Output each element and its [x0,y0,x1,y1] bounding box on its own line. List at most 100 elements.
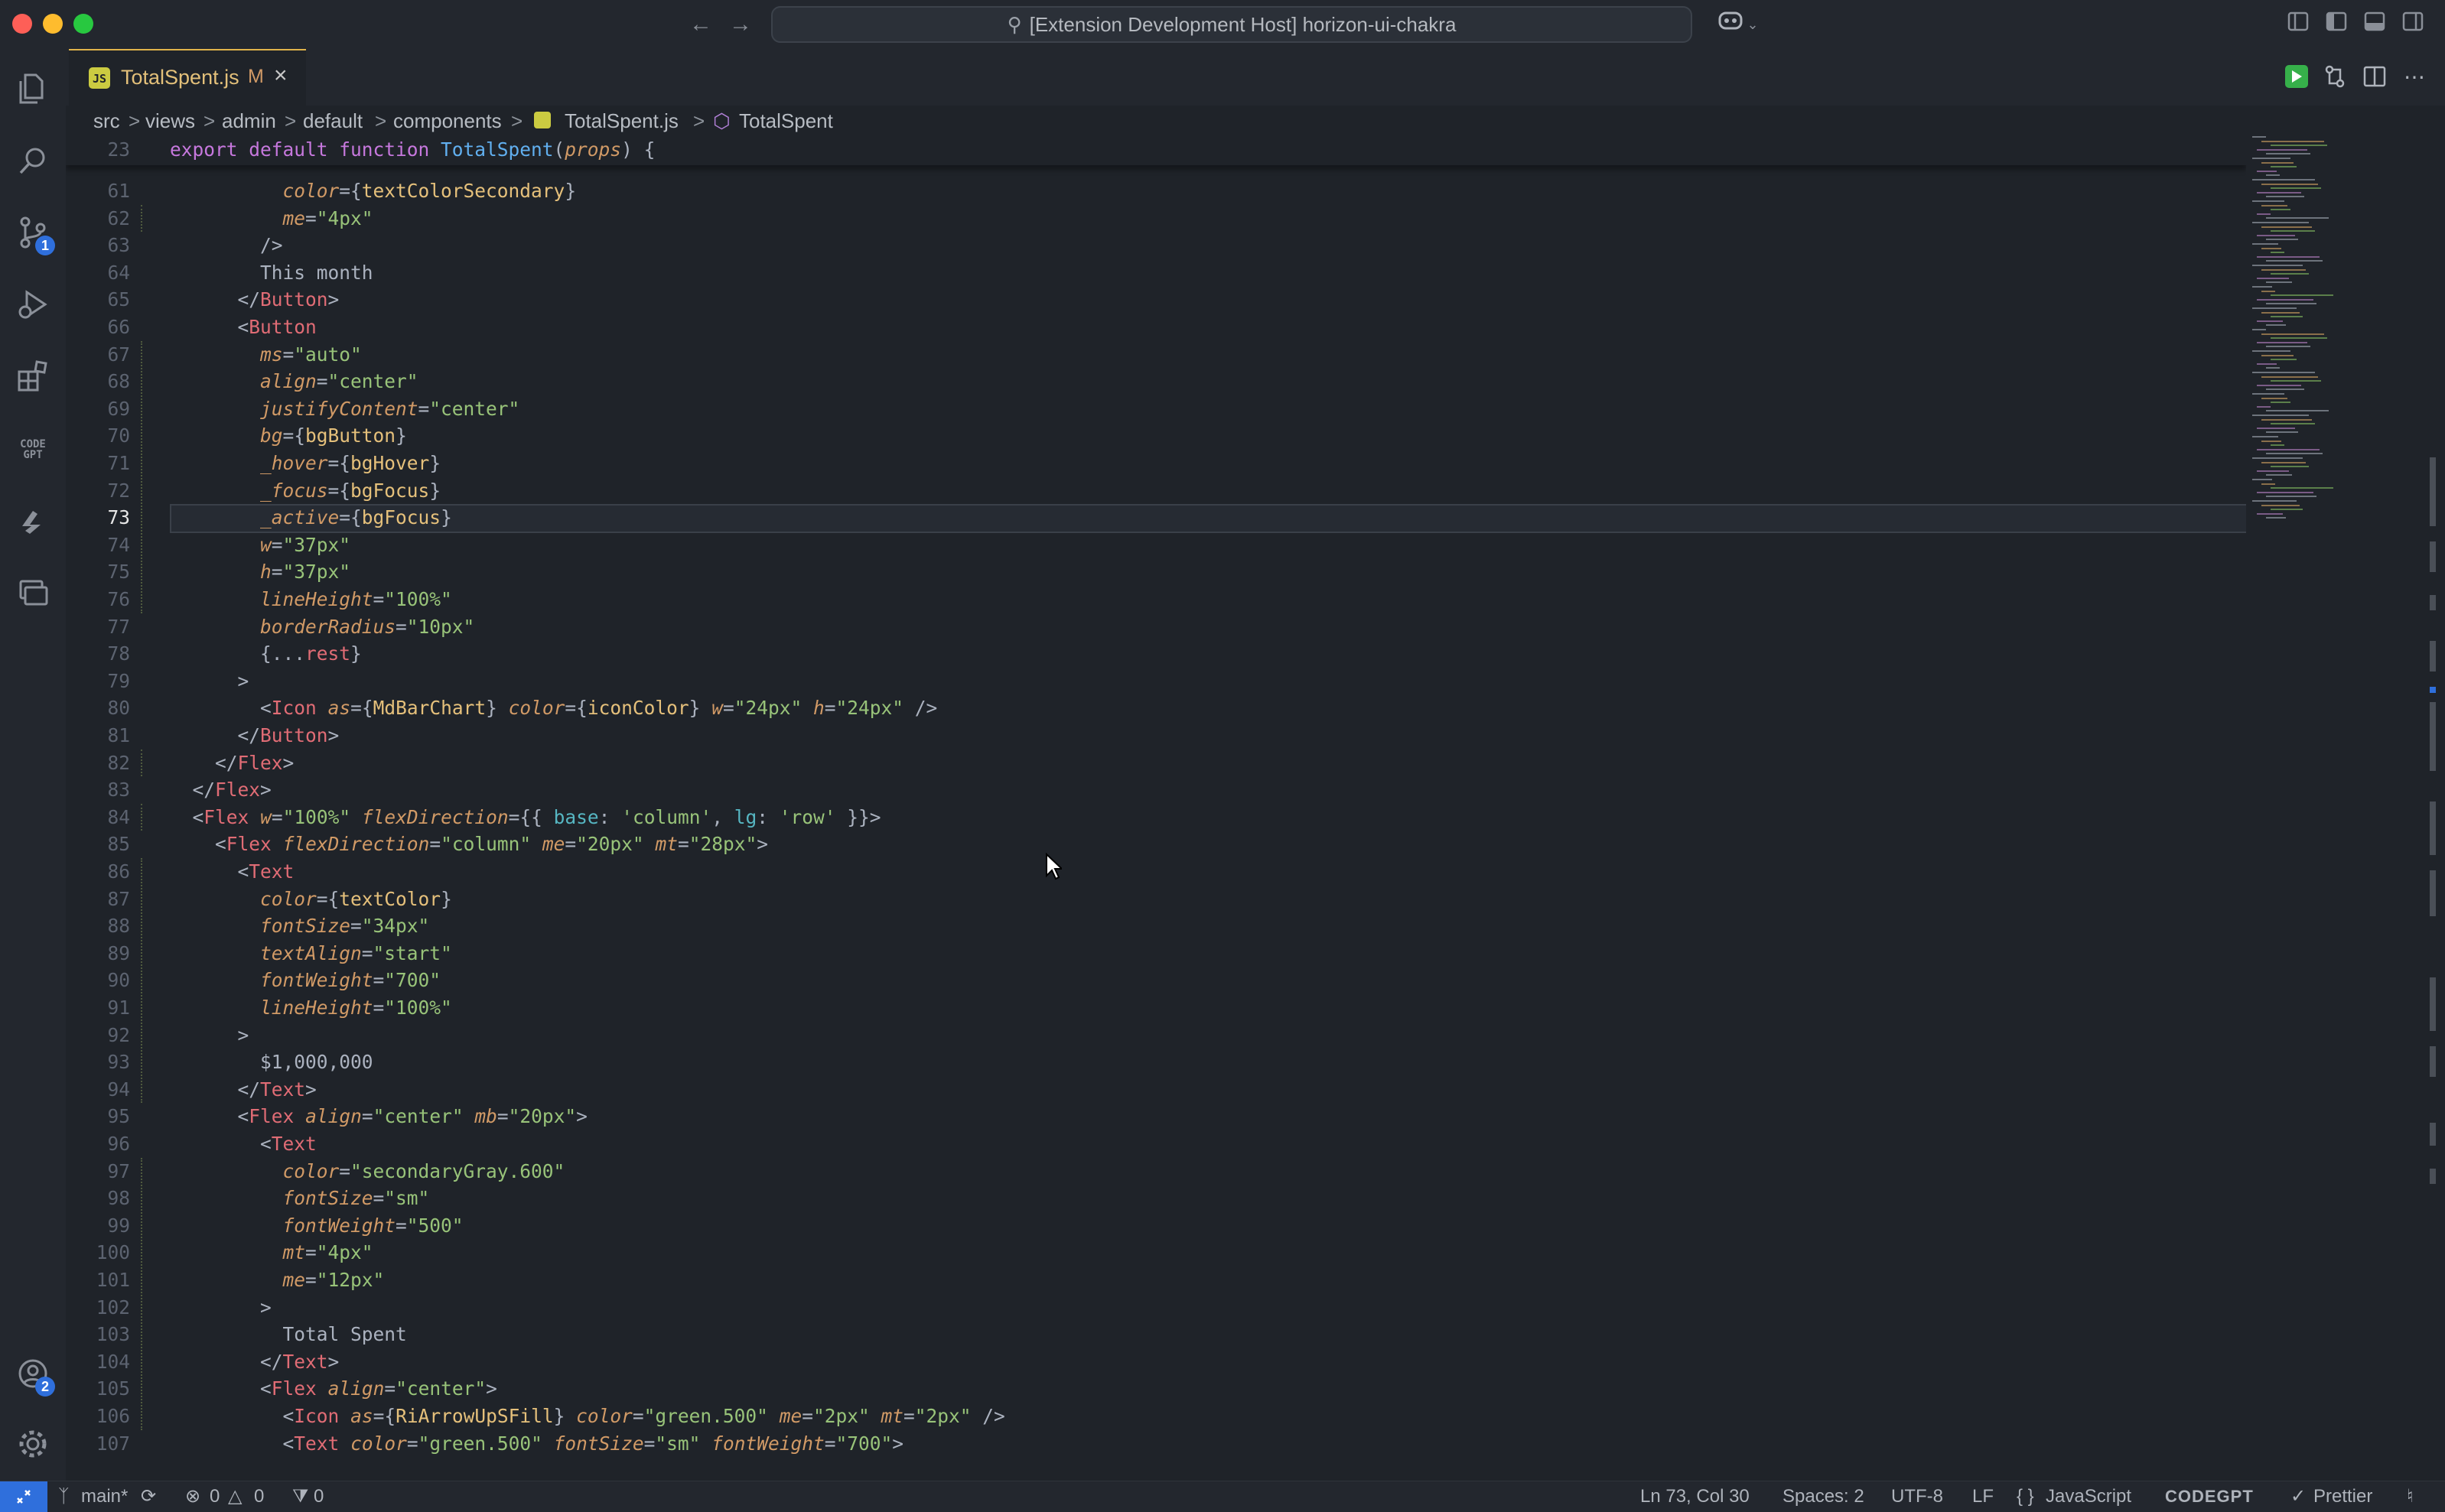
code-line[interactable]: 92 > [66,1022,2246,1049]
code-line[interactable]: 88 fontSize="34px" [66,912,2246,940]
code-line[interactable]: 64 This month [66,259,2246,287]
sticky-line[interactable]: 23 export default function TotalSpent(pro… [66,136,2246,164]
code-line[interactable]: 68 align="center" [66,368,2246,395]
code-line[interactable]: 86 <Text [66,858,2246,886]
code-line[interactable]: 107 <Text color="green.500" fontSize="sm… [66,1430,2246,1458]
breadcrumb-item[interactable]: src [93,106,120,136]
code-line[interactable]: 103 Total Spent [66,1321,2246,1348]
code-line[interactable]: 95 <Flex align="center" mb="20px"> [66,1103,2246,1130]
run-button[interactable] [2281,61,2312,92]
customize-layout-icon[interactable] [2283,0,2313,49]
branch-name[interactable]: main* [81,1481,128,1512]
breadcrumb-item[interactable]: views [145,106,195,136]
tab-totalspent[interactable]: JS TotalSpent.js M × [69,49,306,106]
code-line[interactable]: 90 fontWeight="700" [66,967,2246,994]
code-line[interactable]: 70 bg={bgButton} [66,422,2246,450]
code-line[interactable]: 75 h="37px" [66,558,2246,586]
ports-count[interactable]: 0 [314,1481,324,1512]
git-change-marker[interactable] [141,1157,142,1430]
code-line[interactable]: 66 <Button [66,314,2246,341]
breadcrumb-item[interactable]: admin [222,106,276,136]
git-change-marker[interactable] [141,204,142,232]
bell-icon[interactable]: ♮ [2407,1481,2414,1512]
sticky-scroll-header[interactable]: 23 export default function TotalSpent(pro… [66,136,2246,165]
code-line[interactable]: 78 {...rest} [66,640,2246,668]
code-line[interactable]: 71 _hover={bgHover} [66,450,2246,477]
breadcrumb-item[interactable]: default [303,106,363,136]
code-line[interactable]: 82 </Flex> [66,749,2246,777]
codegpt-status[interactable]: CODEGPT [2165,1481,2254,1512]
close-icon[interactable]: × [274,63,288,89]
codegpt-icon[interactable]: CODE GPT [0,419,66,480]
code-line[interactable]: 72 _focus={bgFocus} [66,477,2246,505]
more-actions-icon[interactable]: ⋯ [2399,61,2430,92]
code-line[interactable]: 83 </Flex> [66,776,2246,804]
code-line[interactable]: 91 lineHeight="100%" [66,994,2246,1022]
sync-icon[interactable]: ⟳ [141,1481,156,1512]
code-line[interactable]: 79 > [66,668,2246,695]
window-maximize-button[interactable] [73,14,93,34]
error-count[interactable]: 0 [210,1481,220,1512]
end-of-line[interactable]: LF [1972,1481,1994,1512]
code-line[interactable]: 93 $1,000,000 [66,1049,2246,1076]
codegpt-agent-icon[interactable] [0,491,66,552]
accounts-icon[interactable]: 2 [0,1343,66,1404]
code-line[interactable]: 80 <Icon as={MdBarChart} color={iconColo… [66,694,2246,722]
code-line[interactable]: 73 _active={bgFocus} [66,504,2246,534]
toggle-primary-sidebar-icon[interactable] [2321,0,2352,49]
code-line[interactable]: 98 fontSize="sm" [66,1185,2246,1212]
code-line[interactable]: 67 ms="auto" [66,341,2246,369]
breadcrumb-item[interactable]: components [393,106,502,136]
code-line[interactable]: 76 lineHeight="100%" [66,586,2246,613]
ports-icon[interactable]: ⧩ [292,1481,308,1512]
git-change-marker[interactable] [141,858,142,1104]
toggle-secondary-sidebar-icon[interactable] [2398,0,2428,49]
code-line[interactable]: 62 me="4px" [66,205,2246,232]
code-line[interactable]: 106 <Icon as={RiArrowUpSFill} color="gre… [66,1403,2246,1430]
cursor-position[interactable]: Ln 73, Col 30 [1640,1481,1750,1512]
encoding[interactable]: UTF-8 [1891,1481,1943,1512]
git-change-marker[interactable] [141,340,142,613]
forward-arrow-icon[interactable]: → [725,0,756,49]
breadcrumb-symbol[interactable]: TotalSpent [739,106,833,136]
source-control-icon[interactable]: 1 [0,202,66,263]
search-icon[interactable] [0,130,66,191]
code-editor[interactable]: 23 export default function TotalSpent(pro… [66,136,2246,1481]
error-icon[interactable]: ⊗ [185,1481,200,1512]
code-line[interactable]: 77 borderRadius="10px" [66,613,2246,641]
git-change-marker[interactable] [141,749,142,777]
run-debug-icon[interactable] [0,274,66,335]
code-line[interactable]: 97 color="secondaryGray.600" [66,1158,2246,1185]
code-line[interactable]: 65 </Button> [66,286,2246,314]
command-center-search[interactable]: ⚲ [Extension Development Host] horizon-ui… [771,6,1692,43]
warning-count[interactable]: 0 [254,1481,264,1512]
toggle-panel-icon[interactable] [2359,0,2390,49]
language-mode[interactable]: JavaScript [2046,1481,2131,1512]
indentation[interactable]: Spaces: 2 [1782,1481,1864,1512]
code-line[interactable]: 81 </Button> [66,722,2246,749]
code-line[interactable]: 99 fontWeight="500" [66,1212,2246,1240]
extensions-icon[interactable] [0,346,66,407]
compare-changes-icon[interactable] [2320,61,2350,92]
code-line[interactable]: 105 <Flex align="center"> [66,1375,2246,1403]
breadcrumb-file[interactable]: TotalSpent.js [565,106,679,136]
chevron-down-icon[interactable]: ⌄ [1741,0,1764,49]
window-minimize-button[interactable] [43,14,63,34]
prettier-status[interactable]: Prettier [2313,1481,2372,1512]
code-line[interactable]: 84 <Flex w="100%" flexDirection={{ base:… [66,804,2246,831]
warning-icon[interactable]: △ [228,1481,242,1512]
explorer-icon[interactable] [0,58,66,119]
code-line[interactable]: 63 /> [66,232,2246,259]
split-editor-icon[interactable] [2359,61,2390,92]
code-line[interactable]: 61 color={textColorSecondary} [66,177,2246,205]
code-line[interactable]: 89 textAlign="start" [66,940,2246,967]
code-line[interactable]: 94 </Text> [66,1076,2246,1104]
window-close-button[interactable] [12,14,32,34]
remote-indicator-icon[interactable] [0,1481,47,1512]
code-line[interactable]: 100 mt="4px" [66,1239,2246,1267]
back-arrow-icon[interactable]: ← [685,0,716,49]
code-line[interactable]: 87 color={textColor} [66,886,2246,913]
scrollbar-thumb[interactable] [2430,457,2436,526]
code-line[interactable]: 85 <Flex flexDirection="column" me="20px… [66,831,2246,858]
code-line[interactable]: 96 <Text [66,1130,2246,1158]
